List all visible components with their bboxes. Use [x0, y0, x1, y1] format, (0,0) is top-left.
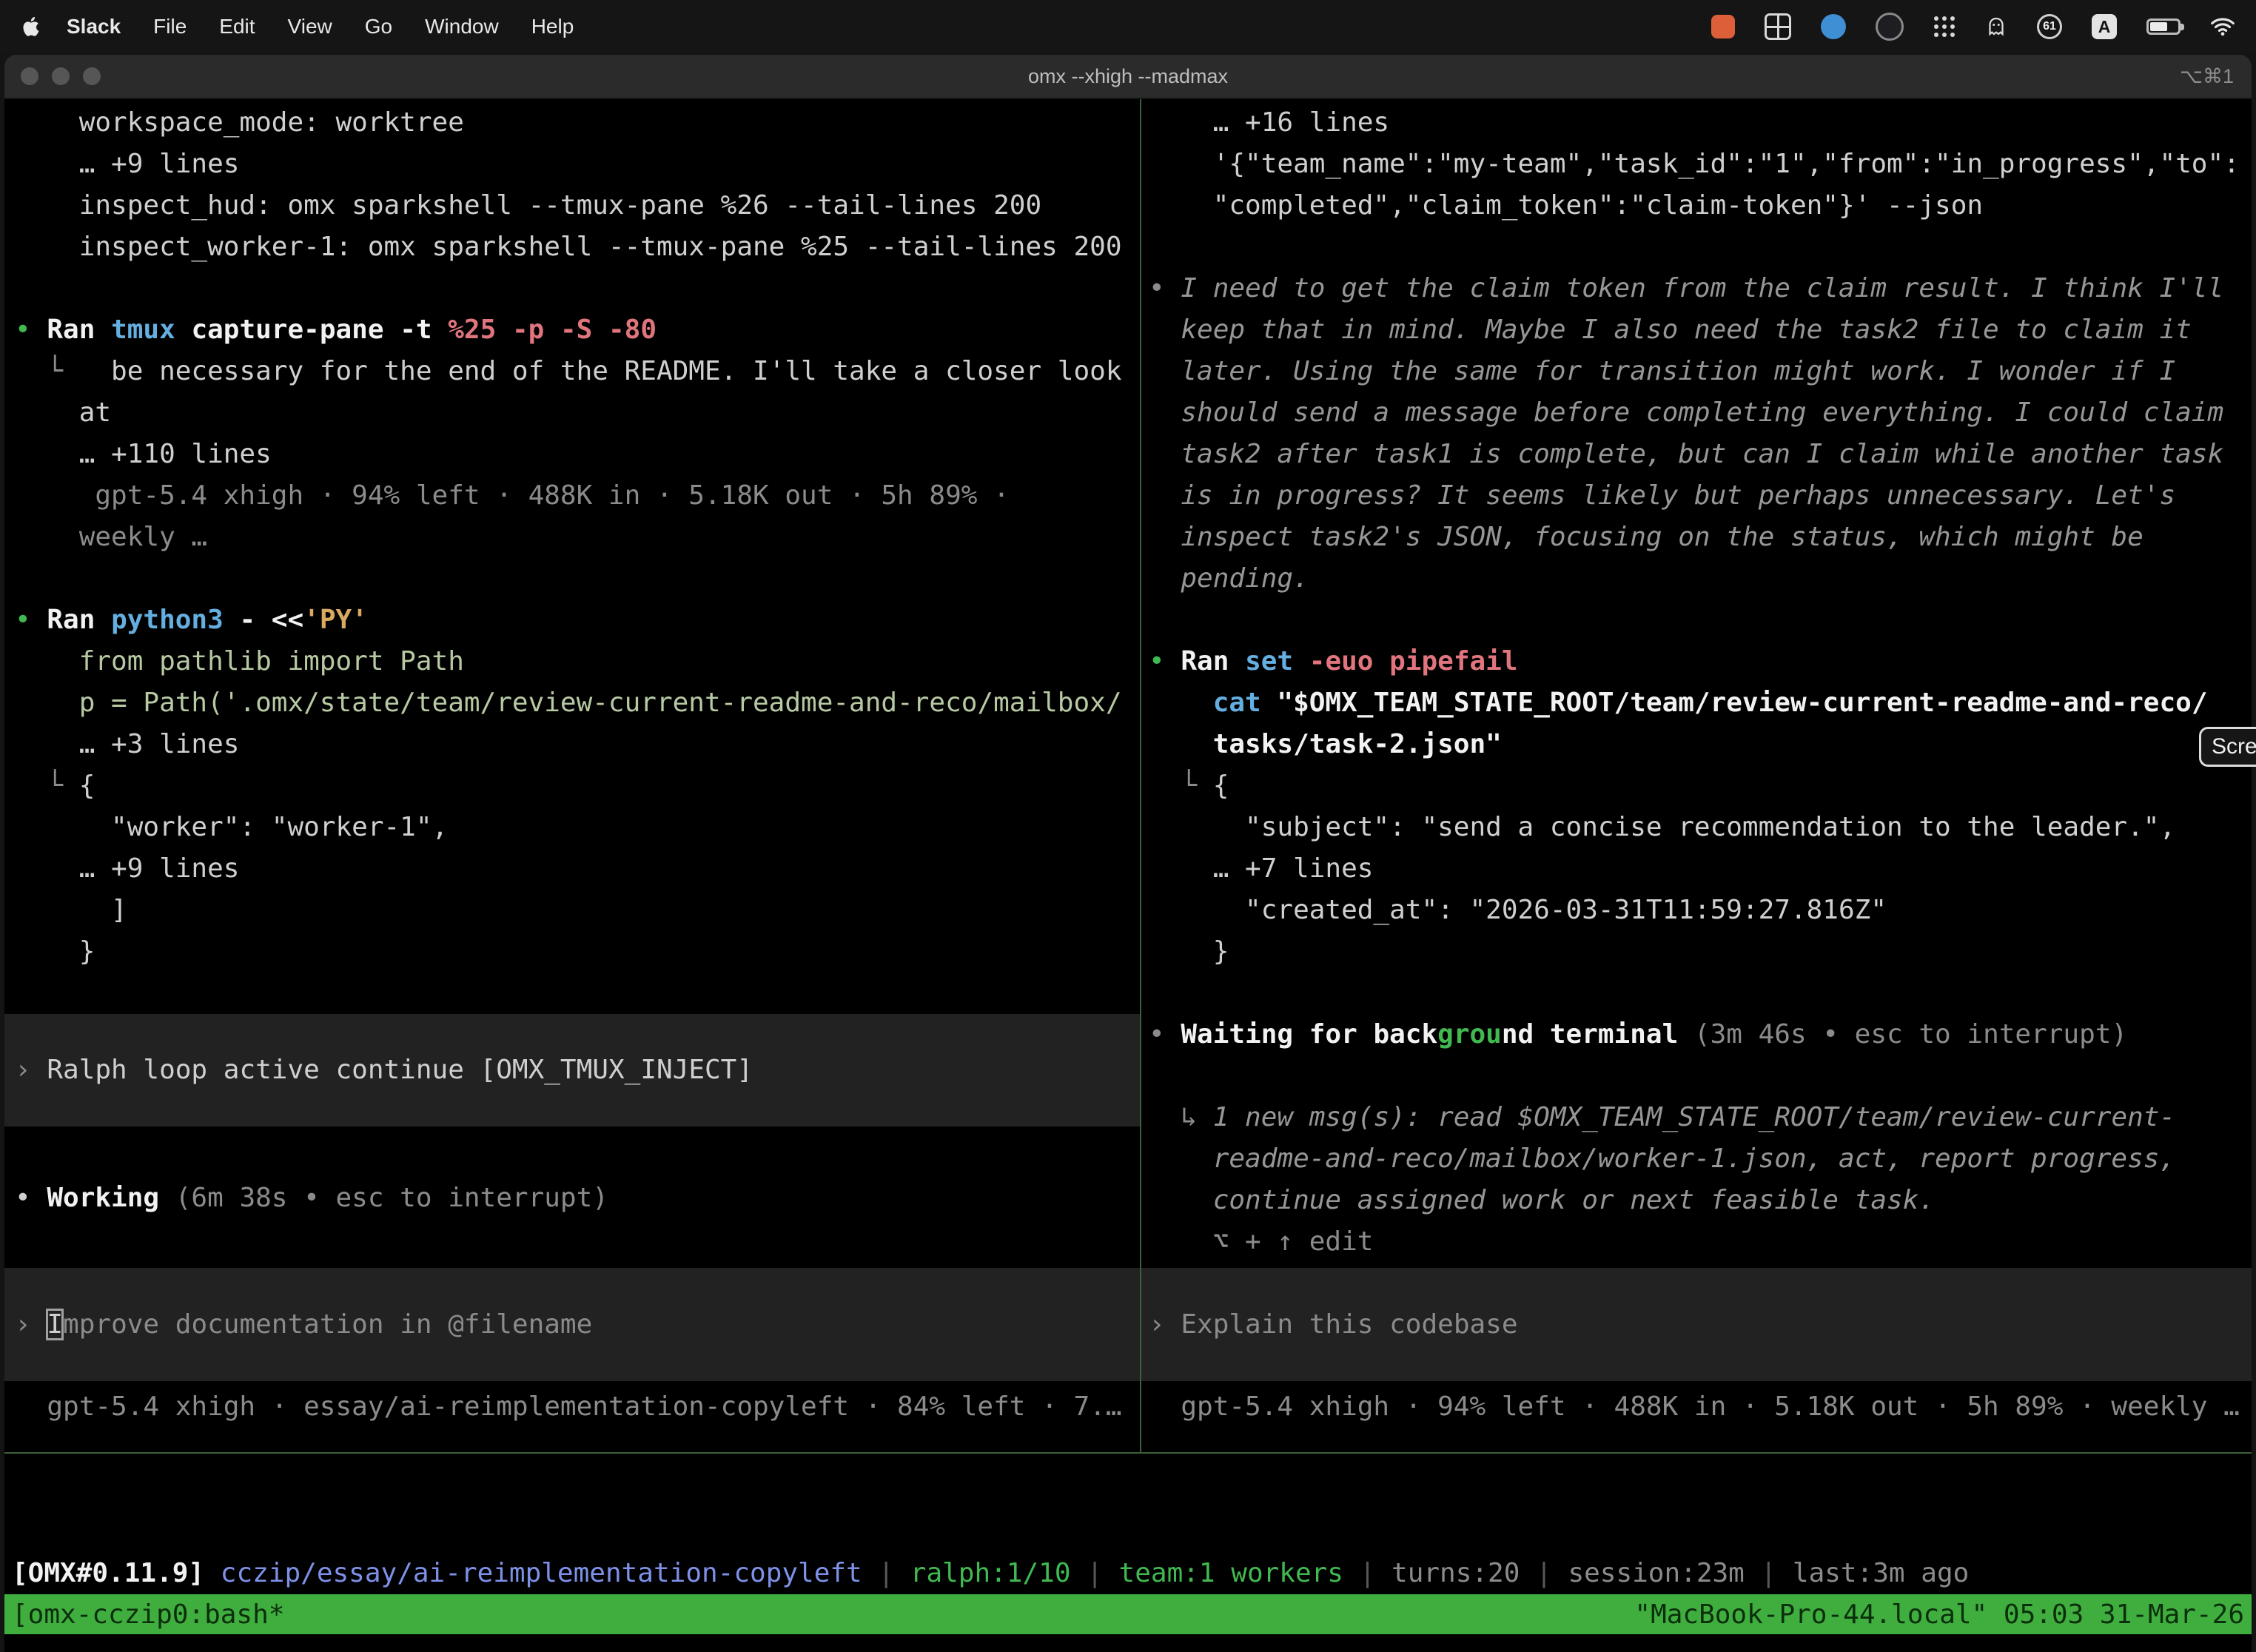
menu-file[interactable]: File	[153, 15, 187, 38]
tmux-status-bar: [omx-cczip0:bash* "MacBook-Pro-44.local"…	[4, 1594, 2252, 1634]
terminal-line: "worker": "worker-1",	[15, 807, 1140, 848]
zoom-button[interactable]	[83, 67, 101, 85]
terminal-line: ↳ 1 new msg(s): read $OMX_TEAM_STATE_ROO…	[1149, 1097, 2252, 1138]
terminal-line	[15, 268, 1140, 309]
screen-edge-overlay-label: Scre	[2212, 734, 2256, 759]
terminal-line: › Improve documentation in @filename	[15, 1304, 592, 1346]
terminal-line: tasks/task-2.json"	[1149, 724, 2252, 765]
terminal-line: inspect_worker-1: omx sparkshell --tmux-…	[15, 226, 1140, 268]
omx-status-line: [OMX#0.11.9] cczip/essay/ai-reimplementa…	[12, 1553, 2252, 1594]
menu-help[interactable]: Help	[531, 15, 574, 38]
terminal-line: └ {	[15, 765, 1140, 807]
menu-window[interactable]: Window	[425, 15, 499, 38]
terminal-line: … +110 lines	[15, 434, 1140, 475]
terminal-line	[1149, 1055, 2252, 1097]
terminal-line: at	[15, 392, 1140, 434]
terminal-line: gpt-5.4 xhigh · 94% left · 488K in · 5.1…	[15, 475, 1140, 517]
terminal-line: … +3 lines	[15, 724, 1140, 765]
model-status-line: gpt-5.4 xhigh · 94% left · 488K in · 5.1…	[1149, 1386, 2252, 1428]
menu-view[interactable]: View	[288, 15, 332, 38]
screen-recording-indicator[interactable]	[1711, 15, 1735, 38]
working-status-line: • Working (6m 38s • esc to interrupt)	[15, 1178, 1140, 1219]
battery-icon[interactable]	[2146, 19, 2181, 35]
terminal-line: • Ran python3 - <<'PY'	[15, 600, 1140, 641]
terminal-line: continue assigned work or next feasible …	[1149, 1180, 2252, 1221]
terminal-window: omx --xhigh --madmax ⌥⌘1 workspace_mode:…	[4, 55, 2252, 1652]
tmux-pane-right[interactable]: … +16 lines '{"team_name":"my-team","tas…	[1141, 99, 2252, 1452]
apple-menu[interactable]	[21, 16, 40, 38]
terminal-line	[1149, 226, 2252, 268]
terminal-line: • Ran set -euo pipefail	[1149, 641, 2252, 682]
terminal-line: ⌥ + ↑ edit	[1149, 1221, 2252, 1263]
dark-app-icon[interactable]	[1876, 13, 1904, 41]
terminal-line: • Waiting for background terminal (3m 46…	[1149, 1014, 2252, 1055]
terminal-line: }	[1149, 931, 2252, 973]
menu-go[interactable]: Go	[365, 15, 392, 38]
terminal-line: from pathlib import Path	[15, 641, 1140, 682]
terminal-line: … +16 lines	[1149, 102, 2252, 144]
terminal-line	[15, 558, 1140, 600]
terminal-line: └ be necessary for the end of the README…	[15, 351, 1140, 392]
terminal-line	[15, 973, 1140, 1014]
model-status-line: gpt-5.4 xhigh · essay/ai-reimplementatio…	[15, 1386, 1140, 1428]
prompt-input[interactable]: › Improve documentation in @filename	[4, 1268, 1140, 1381]
ghost-icon[interactable]	[1985, 16, 2007, 38]
terminal-line: task2 after task1 is complete, but can I…	[1149, 434, 2252, 475]
tmux-session-label: [omx-cczip0:bash*	[12, 1599, 284, 1630]
window-shortcut-badge: ⌥⌘1	[2180, 65, 2234, 88]
terminal-line: workspace_mode: worktree	[15, 102, 1140, 144]
terminal-line: "subject": "send a concise recommendatio…	[1149, 807, 2252, 848]
apple-icon	[21, 16, 40, 38]
queued-message: › Ralph loop active continue [OMX_TMUX_I…	[4, 1014, 1140, 1126]
tmux-pane-left[interactable]: workspace_mode: worktree … +9 lines insp…	[4, 99, 1140, 1452]
input-source-icon[interactable]: A	[2092, 14, 2117, 39]
menu-bar-status-icons: 61 A	[1711, 13, 2235, 41]
window-title-bar: omx --xhigh --madmax ⌥⌘1	[4, 55, 2252, 99]
terminal-line: › Explain this codebase	[1149, 1304, 1518, 1346]
terminal-line: should send a message before completing …	[1149, 392, 2252, 434]
terminal-line: … +9 lines	[15, 848, 1140, 890]
app-menu[interactable]: Slack	[67, 15, 121, 38]
terminal-line: └ {	[1149, 765, 2252, 807]
traffic-lights	[21, 55, 101, 98]
menu-edit[interactable]: Edit	[219, 15, 255, 38]
terminal-line: • I need to get the claim token from the…	[1149, 268, 2252, 309]
terminal-line: inspect task2's JSON, focusing on the st…	[1149, 517, 2252, 558]
terminal-line: p = Path('.omx/state/team/review-current…	[15, 682, 1140, 724]
terminal-line: "completed","claim_token":"claim-token"}…	[1149, 185, 2252, 226]
terminal-line: "created_at": "2026-03-31T11:59:27.816Z"	[1149, 890, 2252, 931]
badge-icon[interactable]: 61	[2037, 14, 2062, 39]
terminal-line: › Ralph loop active continue [OMX_TMUX_I…	[15, 1050, 1140, 1091]
tmux-host-clock: "MacBook-Pro-44.local" 05:03 31-Mar-26	[1634, 1599, 2244, 1630]
terminal-line: inspect_hud: omx sparkshell --tmux-pane …	[15, 185, 1140, 226]
dots-grid-icon[interactable]	[1933, 16, 1955, 38]
window-title: omx --xhigh --madmax	[1028, 65, 1228, 88]
terminal-line: cat "$OMX_TEAM_STATE_ROOT/team/review-cu…	[1149, 682, 2252, 724]
terminal-line: }	[15, 931, 1140, 973]
blue-app-icon[interactable]	[1821, 14, 1846, 39]
minimize-button[interactable]	[52, 67, 70, 85]
terminal-line: readme-and-reco/mailbox/worker-1.json, a…	[1149, 1138, 2252, 1180]
omx-status-pane: [OMX#0.11.9] cczip/essay/ai-reimplementa…	[4, 1452, 2252, 1594]
screen: Slack File Edit View Go Window Help 61A …	[0, 0, 2256, 1652]
close-button[interactable]	[21, 67, 38, 85]
prompt-input[interactable]: › Explain this codebase	[1141, 1268, 2252, 1381]
menu-bar: Slack File Edit View Go Window Help 61 A	[0, 0, 2256, 53]
terminal-line: pending.	[1149, 558, 2252, 600]
terminal-line: • Ran tmux capture-pane -t %25 -p -S -80	[15, 309, 1140, 351]
terminal-line: later. Using the same for transition mig…	[1149, 351, 2252, 392]
tmux-session: workspace_mode: worktree … +9 lines insp…	[4, 99, 2252, 1452]
terminal-line: '{"team_name":"my-team","task_id":"1","f…	[1149, 144, 2252, 185]
terminal-line	[1149, 600, 2252, 641]
terminal-line: is in progress? It seems likely but perh…	[1149, 475, 2252, 517]
window-grid-icon[interactable]	[1765, 13, 1791, 40]
screen-edge-overlay[interactable]: Scre	[2199, 727, 2256, 767]
terminal-line: … +7 lines	[1149, 848, 2252, 890]
terminal-line: keep that in mind. Maybe I also need the…	[1149, 309, 2252, 351]
wifi-icon[interactable]	[2210, 16, 2235, 37]
terminal-line: weekly …	[15, 517, 1140, 558]
terminal-line: ]	[15, 890, 1140, 931]
terminal-line	[1149, 973, 2252, 1014]
terminal-line: … +9 lines	[15, 144, 1140, 185]
